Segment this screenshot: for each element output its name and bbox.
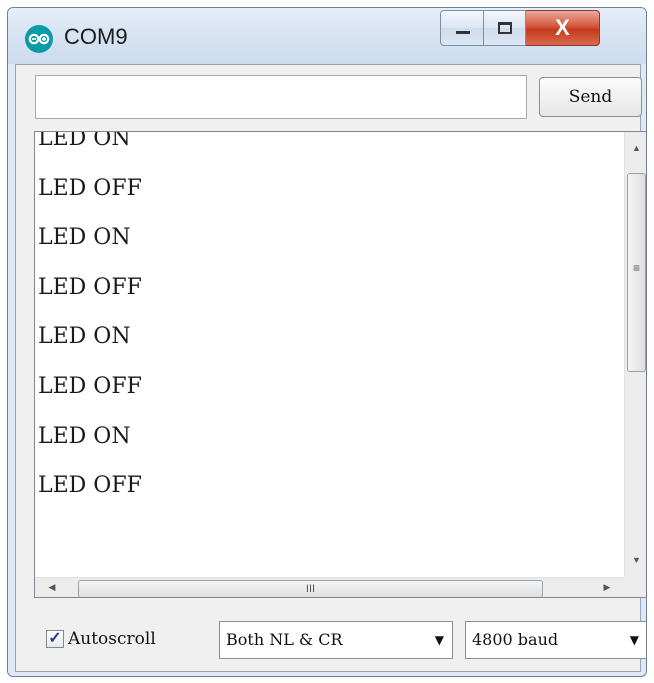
monitor-client-area: Send LED ON LED OFF LED ON LED OFF LED ON LED…: [15, 64, 646, 673]
maximize-icon: [498, 22, 512, 34]
autoscroll-label: Autoscroll: [68, 629, 156, 649]
output-line: LED OFF: [38, 274, 142, 300]
scroll-down-button[interactable]: ▼: [625, 543, 646, 577]
output-line: LED ON: [38, 131, 131, 151]
autoscroll-toggle[interactable]: ✓ Autoscroll: [46, 627, 156, 651]
scroll-right-icon: ▶: [603, 582, 611, 592]
scroll-left-button[interactable]: ◀: [35, 578, 69, 597]
minimize-icon: [456, 31, 470, 34]
output-lines: LED ON LED OFF LED ON LED OFF LED ON LED OFF L…: [35, 132, 625, 520]
arduino-icon: [25, 25, 53, 53]
scroll-right-button[interactable]: ▶: [590, 578, 624, 597]
autoscroll-checkbox[interactable]: ✓: [46, 630, 64, 648]
maximize-button[interactable]: [484, 10, 526, 46]
baud-rate-value: 4800 baud: [472, 630, 559, 649]
vertical-scrollbar[interactable]: ▲ ≡ ▼: [624, 132, 646, 577]
output-line: LED ON: [38, 423, 131, 449]
close-icon: X: [555, 15, 570, 40]
output-line: LED ON: [38, 324, 131, 350]
checkmark-icon: ✓: [48, 630, 62, 647]
chevron-down-icon: ▼: [629, 633, 639, 647]
scroll-left-icon: ◀: [48, 582, 56, 592]
baud-rate-select[interactable]: 4800 baud ▼: [465, 621, 646, 659]
horizontal-scroll-thumb[interactable]: III: [78, 580, 543, 597]
vertical-grip-icon: ≡: [632, 261, 640, 275]
serial-output[interactable]: LED ON LED OFF LED ON LED OFF LED ON LED OFF L…: [34, 131, 646, 598]
line-ending-select[interactable]: Both NL & CR ▼: [219, 621, 453, 659]
bottom-toolbar: ✓ Autoscroll Both NL & CR ▼ 4800 baud ▼: [16, 607, 646, 673]
title-bar[interactable]: COM9 X: [8, 8, 646, 64]
scroll-up-icon: ▲: [632, 143, 641, 153]
scroll-down-icon: ▼: [632, 555, 641, 565]
vertical-scroll-thumb[interactable]: ≡: [627, 173, 646, 372]
scroll-up-button[interactable]: ▲: [625, 132, 646, 166]
window-controls: X: [440, 10, 600, 46]
line-ending-value: Both NL & CR: [226, 630, 343, 649]
output-line: LED ON: [38, 225, 131, 251]
minimize-button[interactable]: [440, 10, 484, 46]
window-title: COM9: [64, 24, 128, 49]
chevron-down-icon: ▼: [434, 633, 444, 647]
send-button[interactable]: Send: [539, 77, 642, 117]
close-button[interactable]: X: [526, 10, 600, 46]
serial-monitor-window: COM9 X Send LED ON LED OFF LED ON LED OFF LE…: [7, 7, 647, 677]
horizontal-scrollbar[interactable]: ◀ III ▶: [35, 577, 624, 597]
horizontal-grip-icon: III: [305, 583, 316, 595]
output-line: LED OFF: [38, 175, 142, 201]
output-line: LED OFF: [38, 373, 142, 399]
output-line: LED OFF: [38, 473, 142, 499]
send-input[interactable]: [35, 75, 527, 119]
scrollbar-corner: [624, 577, 646, 597]
